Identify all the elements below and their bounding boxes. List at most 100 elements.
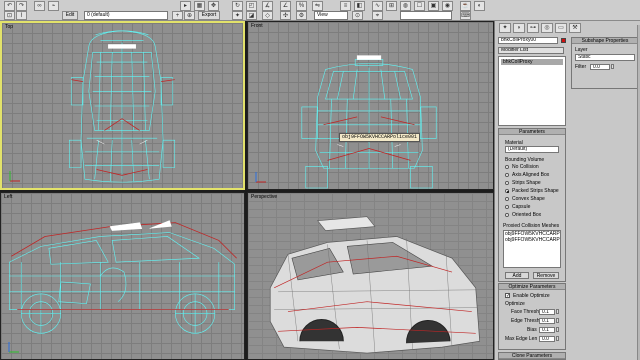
- radio-strips-shape[interactable]: [505, 181, 509, 185]
- face-thresh-label: Face Thresh: [511, 309, 539, 315]
- select-object-icon[interactable]: ⊡: [4, 11, 15, 20]
- systems-icon[interactable]: ⚙: [296, 11, 307, 20]
- edge-thresh-field[interactable]: 0.1: [539, 318, 555, 324]
- angle-snap-icon[interactable]: ∠: [280, 1, 291, 11]
- viewport-top[interactable]: Top: [0, 21, 245, 190]
- rollout-title[interactable]: Optimize Parameters: [499, 284, 565, 290]
- helper-icon[interactable]: ◇: [262, 11, 273, 20]
- display-tab-icon[interactable]: ▭: [555, 23, 567, 33]
- bias-label: Bias: [527, 327, 537, 333]
- reference-coordinate-dropdown[interactable]: View: [314, 11, 348, 20]
- rotate-icon[interactable]: ↻: [232, 1, 243, 11]
- align-icon[interactable]: ≡: [340, 1, 351, 11]
- named-selection-dropdown[interactable]: [400, 11, 452, 20]
- snap-icon[interactable]: ∡: [262, 1, 273, 11]
- redo-icon[interactable]: ↷: [16, 1, 27, 11]
- create-tab-icon[interactable]: ✦: [499, 23, 511, 33]
- render-frame-icon[interactable]: ▣: [428, 1, 439, 11]
- spacewarp-icon[interactable]: ✣: [280, 11, 291, 20]
- radio-convex-shape[interactable]: [505, 197, 509, 201]
- radio-oriented-box[interactable]: [505, 213, 509, 217]
- face-thresh-field[interactable]: 0.1: [539, 309, 555, 315]
- filter-field[interactable]: 0.0: [590, 64, 610, 70]
- unlink-icon[interactable]: ⌁: [48, 1, 59, 11]
- viewport-perspective[interactable]: Perspective: [247, 192, 494, 360]
- radio-axis-aligned-box[interactable]: [505, 173, 509, 177]
- light-icon[interactable]: ✦: [232, 11, 243, 20]
- car-wireframe-top: [68, 30, 176, 183]
- layer-dropdown[interactable]: 0 (default): [84, 11, 168, 20]
- material-editor-icon[interactable]: ◍: [400, 1, 411, 11]
- option-label: Convex Shape: [512, 196, 545, 202]
- stack-item[interactable]: bhkCollProxy: [501, 59, 563, 65]
- rollout-title[interactable]: Parameters: [499, 129, 565, 135]
- render-icon[interactable]: ☕: [460, 1, 471, 11]
- max-edge-field[interactable]: 0.0: [539, 336, 555, 342]
- keyboard-shortcut-icon[interactable]: ⌨: [460, 11, 471, 20]
- undo-icon[interactable]: ↶: [4, 1, 15, 11]
- layer-manager-icon[interactable]: ◧: [354, 1, 365, 11]
- radio-no-collision[interactable]: [505, 165, 509, 169]
- parameters-rollout: Parameters Material (Default) Bounding V…: [498, 128, 566, 282]
- schematic-view-icon[interactable]: ⊞: [386, 1, 397, 11]
- utilities-tab-icon[interactable]: ⚒: [569, 23, 581, 33]
- render-setup-icon[interactable]: ☐: [414, 1, 425, 11]
- enable-optimize-label: Enable Optimize: [513, 293, 550, 299]
- select-by-name-icon[interactable]: ▦: [194, 1, 205, 11]
- car-wireframe-front: [301, 55, 437, 189]
- edge-thresh-spinner[interactable]: [556, 318, 559, 323]
- modify-tab-icon[interactable]: ◗: [513, 23, 525, 33]
- axis-gizmo-icon: [8, 342, 19, 353]
- scale-icon[interactable]: ◰: [246, 1, 257, 11]
- main-toolbar: ↶ ↷ ∞ ⌁ ▸ ▦ ✥ ↻ ◰ ∡ ∠ % ⇋ ≡ ◧ ∿ ⊞ ◍ ☐ ▣ …: [0, 0, 640, 21]
- max-edge-spinner[interactable]: [556, 336, 559, 341]
- radio-packed-strips-shape[interactable]: [505, 189, 509, 193]
- curve-editor-icon[interactable]: ∿: [372, 1, 383, 11]
- proxied-meshes-list[interactable]: obj9FFOW5KVHCCARPolice obj9FFOW5KVHCCARP…: [503, 230, 561, 268]
- edge-thresh-label: Edge Thresh: [511, 318, 540, 324]
- percent-snap-icon[interactable]: %: [296, 1, 307, 11]
- rollout-title[interactable]: Clone Parameters: [499, 353, 565, 359]
- option-label: Oriented Box: [512, 212, 542, 218]
- export-button[interactable]: Export: [198, 11, 220, 20]
- new-layer-icon[interactable]: +: [172, 11, 183, 20]
- pivot-center-icon[interactable]: ⊙: [352, 11, 363, 20]
- move-icon[interactable]: ✥: [208, 1, 219, 11]
- proxied-meshes-label: Proxied Collision Meshes: [503, 223, 560, 229]
- object-name-field[interactable]: bhkCollProxy00: [498, 37, 558, 44]
- remove-button[interactable]: Remove: [533, 272, 559, 279]
- add-button[interactable]: Add: [505, 272, 529, 279]
- link-icon[interactable]: ∞: [34, 1, 45, 11]
- viewport-left[interactable]: Left: [0, 192, 245, 360]
- bias-spinner[interactable]: [556, 327, 559, 332]
- layer-label: Layer: [575, 47, 588, 53]
- select-icon[interactable]: ▸: [180, 1, 191, 11]
- quick-render-icon[interactable]: ◉: [442, 1, 453, 11]
- bind-spacewarp-icon[interactable]: ⌇: [16, 11, 27, 20]
- activeshade-icon[interactable]: ◐: [474, 1, 485, 11]
- manipulate-icon[interactable]: ⌖: [372, 11, 383, 20]
- option-label: No Collision: [512, 164, 539, 170]
- camera-icon[interactable]: ◪: [246, 11, 257, 20]
- optimize-rollout: Optimize Parameters ✓ Enable Optimize Op…: [498, 283, 566, 350]
- bias-field[interactable]: 0.1: [539, 327, 555, 333]
- list-item[interactable]: obj9FFOW5KVHCCARPolice: [504, 237, 560, 243]
- modifier-stack[interactable]: bhkCollProxy: [498, 56, 566, 126]
- hierarchy-tab-icon[interactable]: ⊶: [527, 23, 539, 33]
- rollout-title[interactable]: Subshape Properties: [572, 38, 638, 44]
- modifier-list-dropdown[interactable]: Modifier List: [498, 47, 564, 54]
- viewport-front[interactable]: Front obj9FFOW5KVHCCARPolice001: [247, 21, 494, 190]
- filter-spinner[interactable]: [611, 64, 614, 69]
- mirror-icon[interactable]: ⇋: [312, 1, 323, 11]
- object-color-swatch[interactable]: [561, 38, 566, 43]
- add-to-layer-icon[interactable]: ⊕: [184, 11, 195, 20]
- max-edge-label: Max Edge Len: [505, 336, 538, 342]
- radio-capsule[interactable]: [505, 205, 509, 209]
- motion-tab-icon[interactable]: ◎: [541, 23, 553, 33]
- material-dropdown[interactable]: (Default): [505, 146, 559, 153]
- edit-button[interactable]: Edit: [62, 11, 78, 20]
- enable-optimize-checkbox[interactable]: ✓: [505, 293, 510, 299]
- layer-dropdown[interactable]: Static: [575, 54, 635, 61]
- subshape-rollout: Subshape Properties Layer Static Filter …: [571, 37, 639, 89]
- face-thresh-spinner[interactable]: [556, 309, 559, 314]
